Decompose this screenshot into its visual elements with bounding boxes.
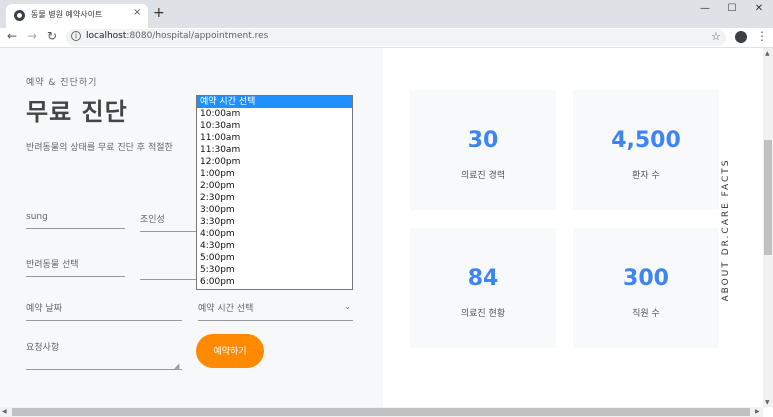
time-option[interactable]: 4:00pm xyxy=(197,228,352,240)
reload-button[interactable]: ↻ xyxy=(47,29,57,43)
time-option[interactable]: 4:30pm xyxy=(197,240,352,252)
time-option[interactable]: 11:00am xyxy=(197,132,352,144)
reserve-button[interactable]: 예약하기 xyxy=(196,334,264,368)
time-option[interactable]: 11:30am xyxy=(197,144,352,156)
stat-label: 의료진 경력 xyxy=(460,171,506,181)
time-select[interactable]: 예약 시간 선택 ⌄ xyxy=(198,301,353,321)
owner-name-input[interactable]: 조인성 xyxy=(140,212,196,232)
stat-number: 84 xyxy=(467,266,499,291)
tab-title: 동물 병원 예약사이트 xyxy=(31,10,103,19)
globe-icon xyxy=(14,10,25,21)
browser-tab[interactable]: 동물 병원 예약사이트 × xyxy=(6,4,148,28)
chevron-down-icon: ⌄ xyxy=(344,302,351,311)
window-close-button[interactable]: ✕ xyxy=(749,3,769,14)
vertical-scroll-thumb[interactable] xyxy=(764,140,772,255)
browser-toolbar: ← → ↻ i localhost:8080/hospital/appointm… xyxy=(0,28,773,48)
back-button[interactable]: ← xyxy=(7,29,17,43)
stat-label: 환자 수 xyxy=(632,171,660,181)
info-icon[interactable]: i xyxy=(71,31,81,41)
stat-card: 4,500 환자 수 xyxy=(573,90,719,210)
time-option[interactable]: 10:00am xyxy=(197,108,352,120)
new-tab-button[interactable]: + xyxy=(153,6,165,20)
forward-button[interactable]: → xyxy=(27,29,37,43)
time-option[interactable]: 1:00pm xyxy=(197,168,352,180)
url-text: localhost:8080/hospital/appointment.res xyxy=(86,31,269,41)
time-option[interactable]: 3:30pm xyxy=(197,216,352,228)
scroll-left-arrow-icon[interactable]: ◀ xyxy=(2,408,7,415)
profile-avatar-icon[interactable] xyxy=(735,31,747,43)
section-description: 반려동물의 상태를 무료 진단 후 적절한 xyxy=(26,143,173,153)
time-option[interactable]: 2:00pm xyxy=(197,180,352,192)
time-dropdown-list[interactable]: 예약 시간 선택 10:00am 10:30am 11:00am 11:30am 12:0… xyxy=(196,95,353,290)
name-input[interactable]: sung xyxy=(26,212,125,229)
minimize-button[interactable]: — xyxy=(695,3,715,14)
scroll-up-arrow-icon[interactable]: ▲ xyxy=(765,50,770,57)
time-option[interactable]: 5:30pm xyxy=(197,264,352,276)
page-title: 무료 진단 xyxy=(26,98,128,126)
stat-card: 30 의료진 경력 xyxy=(410,90,556,210)
address-bar[interactable]: i localhost:8080/hospital/appointment.re… xyxy=(66,29,726,46)
stat-number: 300 xyxy=(623,266,669,291)
time-option[interactable]: 2:30pm xyxy=(197,192,352,204)
time-option[interactable]: 6:00pm xyxy=(197,276,352,288)
pet-detail-select[interactable] xyxy=(140,257,196,280)
tab-close-icon[interactable]: × xyxy=(133,7,141,18)
stat-number: 4,500 xyxy=(611,128,681,153)
pet-select[interactable]: 반려동물 선택 xyxy=(26,257,125,277)
stat-card: 300 직원 수 xyxy=(573,228,719,348)
bookmark-star-icon[interactable]: ☆ xyxy=(711,30,721,43)
browser-menu-icon[interactable]: ⋮ xyxy=(756,29,768,43)
time-option[interactable]: 5:00pm xyxy=(197,252,352,264)
stat-number: 30 xyxy=(467,128,499,153)
scroll-right-arrow-icon[interactable]: ▶ xyxy=(755,408,760,415)
request-textarea[interactable]: 요청사항 xyxy=(26,340,182,370)
time-option[interactable]: 3:00pm xyxy=(197,204,352,216)
scroll-down-arrow-icon[interactable]: ▼ xyxy=(765,399,770,406)
horizontal-scroll-thumb[interactable] xyxy=(12,408,750,416)
date-input[interactable]: 예약 날짜 xyxy=(26,301,182,321)
stat-label: 직원 수 xyxy=(632,309,660,319)
time-option[interactable]: 10:30am xyxy=(197,120,352,132)
time-option[interactable]: 12:00pm xyxy=(197,156,352,168)
stat-label: 의료진 현황 xyxy=(460,309,506,319)
section-subtitle: 예약 & 진단하기 xyxy=(26,78,98,88)
maximize-button[interactable]: ☐ xyxy=(722,3,742,14)
time-option[interactable]: 예약 시간 선택 xyxy=(197,96,352,108)
stat-card: 84 의료진 현황 xyxy=(410,228,556,348)
resize-handle-icon[interactable]: ◢ xyxy=(174,362,179,370)
